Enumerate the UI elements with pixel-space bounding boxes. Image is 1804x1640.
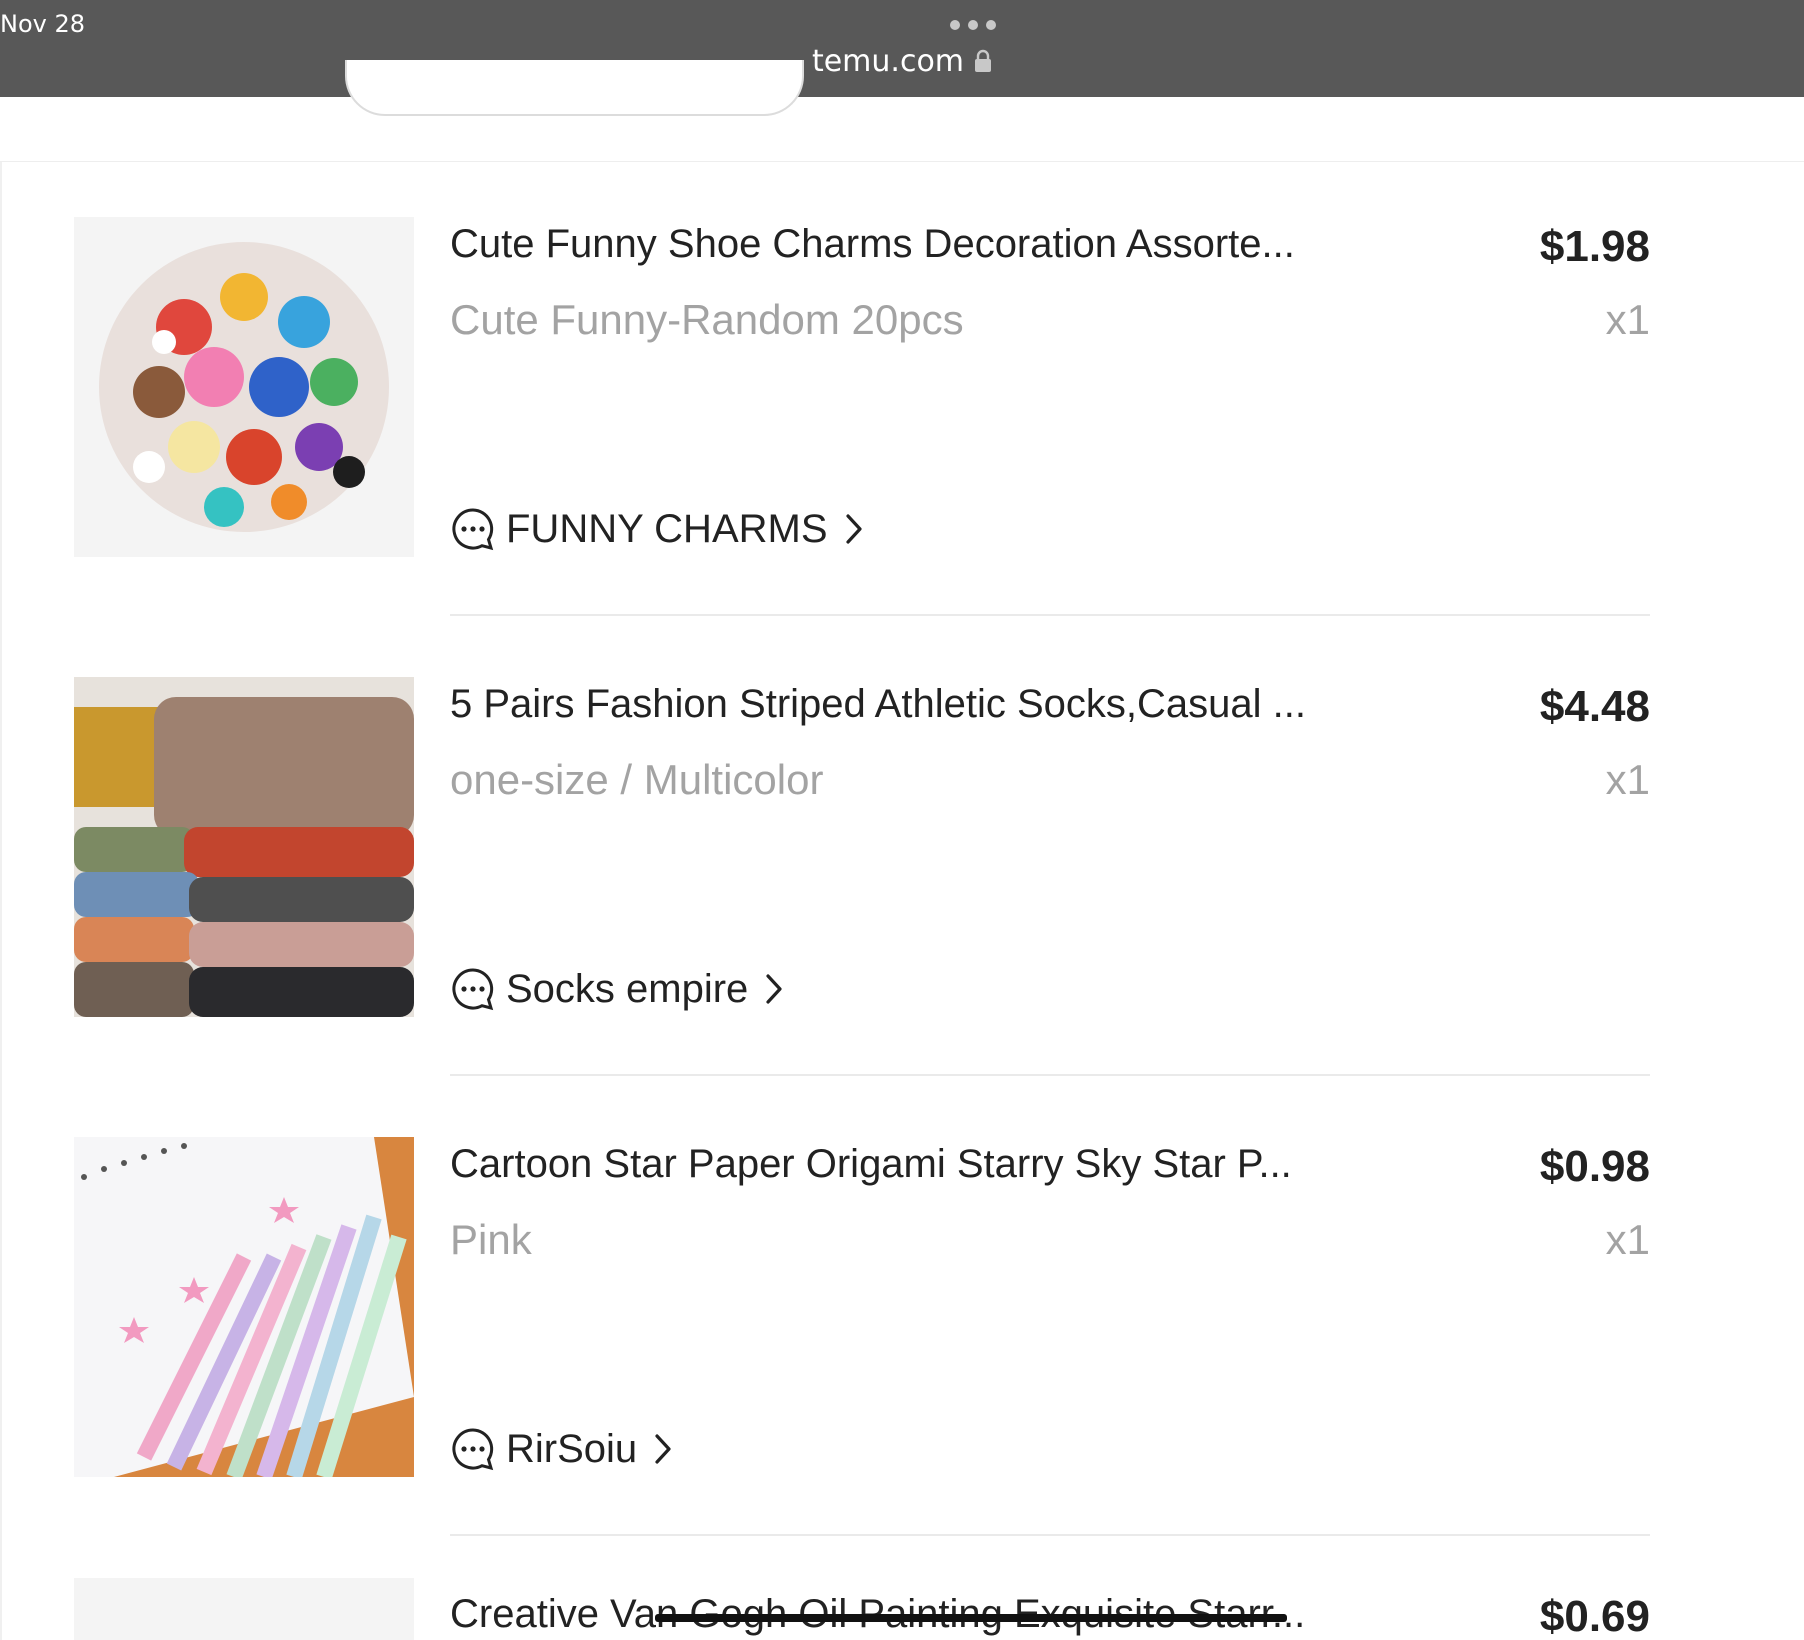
product-variant: Pink <box>450 1216 532 1263</box>
product-quantity: x1 <box>1605 756 1650 803</box>
product-title[interactable]: 5 Pairs Fashion Striped Athletic Socks,C… <box>450 682 1350 727</box>
product-variant: one-size / Multicolor <box>450 756 824 803</box>
divider <box>450 1534 1650 1536</box>
list-item[interactable]: 5 Pairs Fashion Striped Athletic Socks,C… <box>2 622 1702 1082</box>
chat-bubble-icon <box>452 968 494 1011</box>
product-title[interactable]: Cartoon Star Paper Origami Starry Sky St… <box>450 1142 1350 1187</box>
browser-status-bar: Nov 28 temu.com <box>0 0 1804 97</box>
chevron-right-icon <box>655 1434 671 1464</box>
order-items-list: Cute Funny Shoe Charms Decoration Assort… <box>0 162 1804 1640</box>
swipe-indicator <box>655 1614 1287 1622</box>
store-link[interactable]: RirSoiu <box>450 1426 675 1472</box>
store-link[interactable]: FUNNY CHARMS <box>450 506 866 552</box>
product-price: $0.98 <box>1539 1142 1650 1191</box>
store-name: RirSoiu <box>506 1426 638 1471</box>
url-text: temu.com <box>811 44 965 79</box>
divider <box>450 614 1650 616</box>
product-title[interactable]: Cute Funny Shoe Charms Decoration Assort… <box>450 222 1350 267</box>
product-quantity: x1 <box>1605 1216 1650 1263</box>
list-item[interactable]: Creative Van Gogh Oil Painting Exquisite… <box>2 1542 1702 1640</box>
more-dots-icon[interactable] <box>950 20 996 30</box>
header-area <box>0 97 1804 163</box>
chevron-right-icon <box>845 514 862 544</box>
store-name: FUNNY CHARMS <box>506 506 828 551</box>
product-quantity: x1 <box>1605 296 1650 343</box>
product-price: $1.98 <box>1539 222 1650 271</box>
tab-indicator[interactable] <box>345 60 804 116</box>
product-image-origami-stars[interactable] <box>74 1137 414 1477</box>
lock-icon <box>974 46 992 81</box>
chat-bubble-icon <box>452 1428 494 1471</box>
product-image-shoe-charms[interactable] <box>74 217 414 557</box>
product-price: $0.69 <box>1539 1592 1650 1640</box>
product-price: $4.48 <box>1539 682 1650 731</box>
status-date: Nov 28 <box>0 10 86 38</box>
chat-bubble-icon <box>452 508 494 551</box>
chevron-right-icon <box>766 974 782 1004</box>
divider <box>450 1074 1650 1076</box>
product-image-socks[interactable] <box>74 677 414 1017</box>
store-link[interactable]: Socks empire <box>450 966 786 1012</box>
list-item[interactable]: Cartoon Star Paper Origami Starry Sky St… <box>2 1082 1702 1542</box>
address-bar[interactable]: temu.com <box>0 44 1804 81</box>
product-variant: Cute Funny-Random 20pcs <box>450 296 964 343</box>
list-item[interactable]: Cute Funny Shoe Charms Decoration Assort… <box>2 162 1702 622</box>
product-image-van-gogh[interactable] <box>74 1578 414 1640</box>
store-name: Socks empire <box>506 966 749 1011</box>
